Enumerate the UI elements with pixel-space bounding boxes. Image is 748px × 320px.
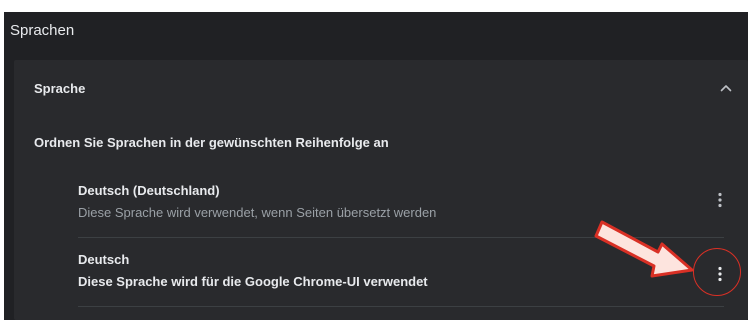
annotation-arrow-icon	[594, 220, 694, 278]
reorder-instruction: Ordnen Sie Sprachen in der gewünschten R…	[34, 135, 389, 150]
more-vert-icon[interactable]	[708, 188, 732, 212]
card-title: Sprache	[34, 81, 86, 96]
section-title: Sprachen	[10, 22, 75, 39]
page: Sprachen Sprache Ordnen Sie Sprachen in …	[0, 0, 748, 320]
language-description: Diese Sprache wird verwendet, wenn Seite…	[78, 205, 437, 220]
language-card-header[interactable]: Sprache	[14, 60, 748, 116]
language-description: Diese Sprache wird für die Google Chrome…	[78, 274, 428, 289]
language-name: Deutsch	[78, 252, 130, 267]
language-name: Deutsch (Deutschland)	[78, 183, 220, 198]
chevron-up-icon[interactable]	[718, 80, 734, 96]
annotation-circle	[693, 248, 741, 296]
row-divider	[78, 306, 724, 307]
